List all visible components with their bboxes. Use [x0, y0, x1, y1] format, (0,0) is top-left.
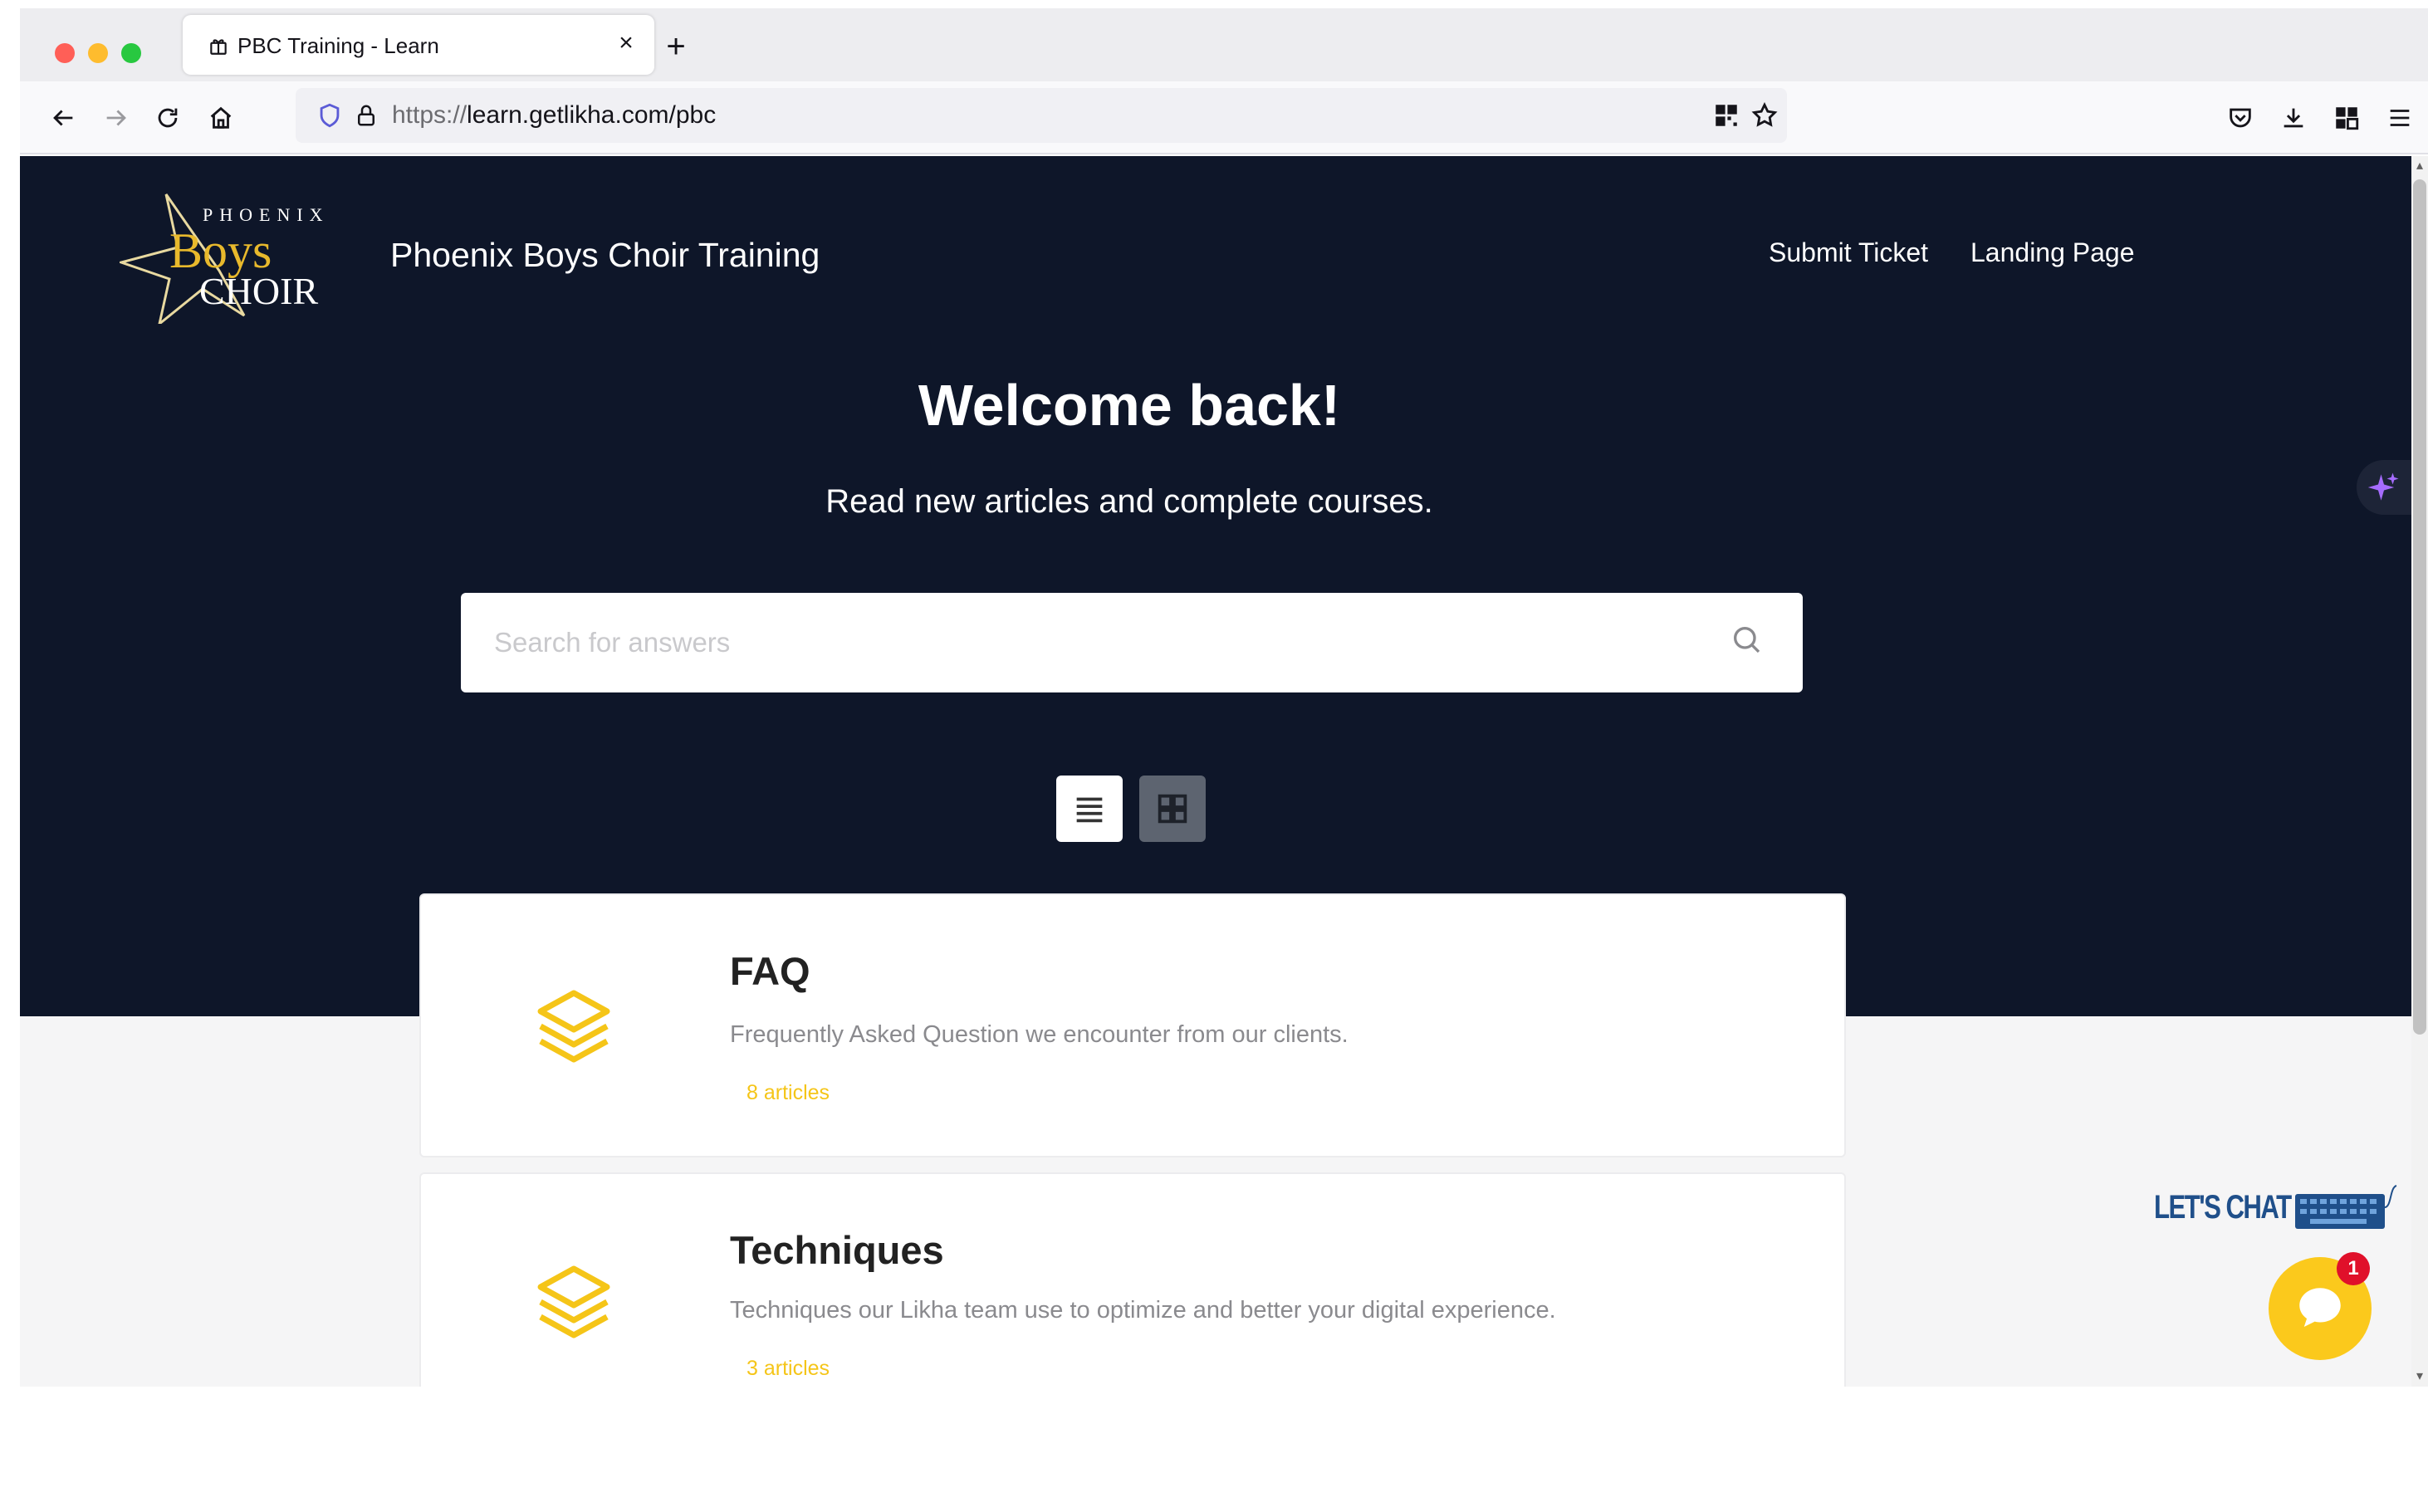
qr-code-icon[interactable]	[1712, 101, 1740, 130]
tab-title: PBC Training - Learn	[237, 33, 439, 58]
reload-icon	[158, 108, 178, 128]
browser-tab-active[interactable]: PBC Training - Learn ×	[183, 15, 654, 75]
ai-assistant-button[interactable]	[2357, 460, 2411, 515]
pocket-icon	[2230, 108, 2251, 128]
web-page: PHOENIX Boys CHOIR Phoenix Boys Choir Tr…	[20, 156, 2428, 1387]
card-description: Frequently Asked Question we encounter f…	[730, 1021, 1349, 1048]
app-menu-button[interactable]	[2380, 98, 2420, 138]
logo-text-top: PHOENIX	[203, 204, 330, 225]
pocket-button[interactable]	[2220, 98, 2260, 138]
layers-icon	[537, 990, 610, 1063]
downloads-button[interactable]	[2274, 98, 2313, 138]
page-scrollbar[interactable]: ▴ ▾	[2411, 156, 2428, 1387]
scroll-up-arrow-icon[interactable]: ▴	[2413, 159, 2426, 173]
lets-chat-banner[interactable]: LET'S CHAT	[2154, 1179, 2403, 1237]
welcome-heading: Welcome back!	[918, 373, 1341, 438]
list-view-button[interactable]	[1056, 776, 1123, 842]
chat-notification-badge: 1	[2337, 1252, 2370, 1285]
submit-ticket-link[interactable]: Submit Ticket	[1769, 237, 1928, 268]
scroll-down-arrow-icon[interactable]: ▾	[2413, 1370, 2426, 1383]
sparkle-icon	[2367, 472, 2399, 501]
arrow-right-icon	[106, 110, 126, 126]
hero-section: PHOENIX Boys CHOIR Phoenix Boys Choir Tr…	[20, 156, 2411, 1016]
logo-text-sub: CHOIR	[199, 270, 318, 312]
keyboard-icon	[2295, 1185, 2397, 1229]
card-article-count: 8 articles	[747, 1081, 830, 1104]
reload-button[interactable]	[148, 98, 188, 138]
chat-bubble-icon	[2299, 1288, 2341, 1327]
hamburger-menu-icon	[2390, 110, 2410, 126]
card-title: FAQ	[730, 949, 810, 993]
window-close-button[interactable]	[55, 43, 75, 63]
star-icon[interactable]	[1750, 101, 1779, 130]
layers-icon	[537, 1265, 610, 1338]
search-icon[interactable]	[1730, 623, 1763, 656]
welcome-subheading: Read new articles and complete courses.	[825, 483, 1433, 520]
home-icon	[210, 106, 232, 129]
list-icon	[1076, 797, 1103, 823]
url-text: https://learn.getlikha.com/pbc	[392, 101, 716, 130]
chat-label: LET'S CHAT	[2154, 1189, 2292, 1226]
screen: PBC Training - Learn × + https://learn.g…	[0, 0, 2428, 1512]
shield-icon[interactable]	[316, 101, 344, 130]
gift-icon	[210, 39, 227, 55]
card-article-count: 3 articles	[747, 1357, 830, 1380]
close-tab-icon[interactable]: ×	[613, 30, 639, 56]
extensions-icon	[2336, 107, 2359, 130]
url-path: learn.getlikha.com/pbc	[467, 101, 717, 129]
window-minimize-button[interactable]	[88, 43, 108, 63]
phoenix-boys-choir-logo[interactable]: PHOENIX Boys CHOIR	[120, 191, 337, 324]
back-button[interactable]	[43, 98, 83, 138]
new-tab-button[interactable]: +	[659, 30, 693, 65]
lock-icon[interactable]	[354, 101, 379, 130]
card-description: Techniques our Likha team use to optimiz…	[730, 1297, 1556, 1324]
site-title[interactable]: Phoenix Boys Choir Training	[390, 236, 820, 275]
url-protocol: https://	[392, 101, 467, 129]
forward-button[interactable]	[96, 98, 136, 138]
home-button[interactable]	[201, 98, 241, 138]
landing-page-link[interactable]: Landing Page	[1970, 237, 2135, 268]
browser-window: PBC Training - Learn × + https://learn.g…	[20, 8, 2428, 1387]
search-box	[461, 593, 1803, 692]
download-icon	[2284, 108, 2303, 128]
grid-view-button[interactable]	[1139, 776, 1206, 842]
search-input[interactable]	[494, 618, 1698, 668]
tab-bar: PBC Training - Learn × +	[20, 8, 2428, 81]
address-bar[interactable]: https://learn.getlikha.com/pbc	[296, 88, 1787, 143]
category-card-techniques[interactable]: Techniques Techniques our Likha team use…	[419, 1172, 1846, 1387]
scrollbar-thumb[interactable]	[2413, 179, 2426, 1035]
grid-icon	[1158, 794, 1187, 824]
category-card-faq[interactable]: FAQ Frequently Asked Question we encount…	[419, 893, 1846, 1157]
card-title: Techniques	[730, 1228, 944, 1272]
extensions-button[interactable]	[2327, 98, 2367, 138]
arrow-left-icon	[53, 110, 73, 126]
window-maximize-button[interactable]	[121, 43, 141, 63]
